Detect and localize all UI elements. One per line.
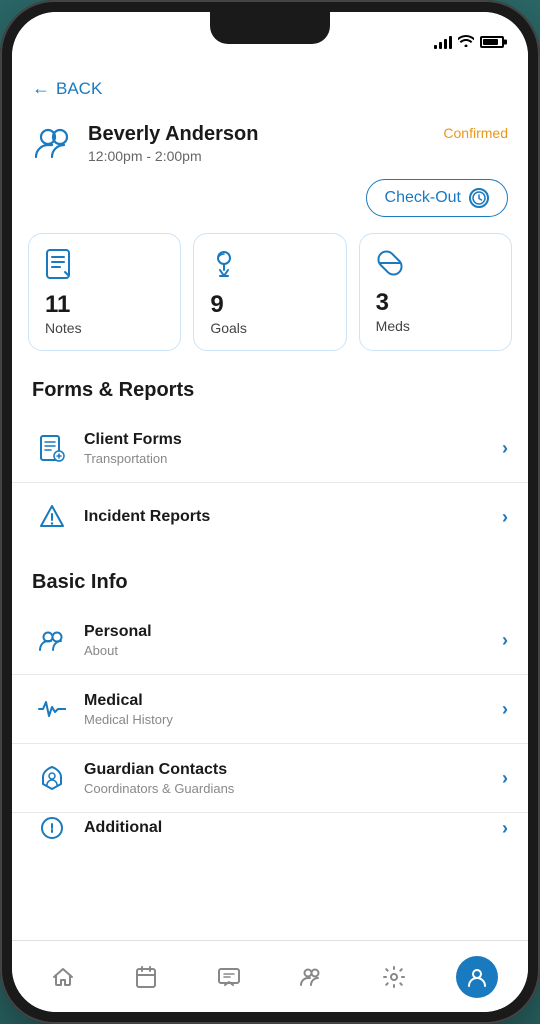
- battery-icon: [480, 36, 504, 48]
- medical-content: Medical Medical History: [84, 692, 502, 727]
- basic-info-list: Personal About › Medical Medical History: [12, 606, 528, 843]
- notes-label: Notes: [45, 320, 82, 336]
- goals-count: 9: [210, 293, 223, 317]
- medical-subtitle: Medical History: [84, 712, 502, 727]
- wifi-icon: [458, 34, 474, 50]
- list-item-additional[interactable]: Additional ›: [12, 813, 528, 843]
- meds-label: Meds: [376, 318, 410, 334]
- forms-reports-heading: Forms & Reports: [12, 371, 528, 414]
- back-button[interactable]: ← BACK: [32, 78, 508, 99]
- guardian-subtitle: Coordinators & Guardians: [84, 781, 502, 796]
- bottom-nav: [12, 940, 528, 1012]
- patient-info: Beverly Anderson 12:00pm - 2:00pm: [88, 123, 258, 164]
- patient-status: Confirmed: [443, 125, 508, 141]
- phone-frame: ← BACK Beverly Ande: [0, 0, 540, 1024]
- patient-time: 12:00pm - 2:00pm: [88, 148, 258, 164]
- medical-title: Medical: [84, 692, 502, 710]
- client-forms-subtitle: Transportation: [84, 451, 502, 466]
- checkout-row: Check-Out: [12, 179, 528, 233]
- clock-icon: [469, 188, 489, 208]
- additional-icon: [32, 813, 72, 843]
- settings-icon: [382, 965, 406, 989]
- list-item-incident-reports[interactable]: Incident Reports ›: [12, 483, 528, 551]
- incident-reports-title: Incident Reports: [84, 508, 502, 526]
- additional-chevron: ›: [502, 818, 508, 839]
- nav-messages[interactable]: [187, 965, 270, 989]
- checkout-label: Check-Out: [385, 189, 461, 207]
- basic-info-heading: Basic Info: [12, 563, 528, 606]
- additional-content: Additional: [84, 819, 502, 837]
- list-item-medical[interactable]: Medical Medical History ›: [12, 675, 528, 744]
- nav-home[interactable]: [22, 965, 105, 989]
- guardian-content: Guardian Contacts Coordinators & Guardia…: [84, 761, 502, 796]
- list-item-client-forms[interactable]: Client Forms Transportation ›: [12, 414, 528, 483]
- client-forms-title: Client Forms: [84, 431, 502, 449]
- nav-users[interactable]: [270, 965, 353, 989]
- stat-goals[interactable]: 9 Goals: [193, 233, 346, 351]
- patient-name: Beverly Anderson: [88, 123, 258, 146]
- goals-label: Goals: [210, 320, 247, 336]
- client-forms-icon: [32, 428, 72, 468]
- medical-icon: [32, 689, 72, 729]
- status-icons: [434, 34, 504, 50]
- back-label: BACK: [56, 79, 102, 99]
- medical-chevron: ›: [502, 699, 508, 720]
- patient-left: Beverly Anderson 12:00pm - 2:00pm: [32, 121, 258, 165]
- profile-active-icon: [456, 956, 498, 998]
- stat-meds[interactable]: 3 Meds: [359, 233, 512, 351]
- nav-calendar[interactable]: [105, 965, 188, 989]
- patient-avatar-icon: [32, 121, 76, 165]
- additional-title: Additional: [84, 819, 502, 837]
- checkout-button[interactable]: Check-Out: [366, 179, 508, 217]
- guardian-icon: [32, 758, 72, 798]
- guardian-title: Guardian Contacts: [84, 761, 502, 779]
- nav-profile-active[interactable]: [435, 956, 518, 998]
- client-forms-chevron: ›: [502, 438, 508, 459]
- phone-screen: ← BACK Beverly Ande: [12, 12, 528, 1012]
- personal-icon: [32, 620, 72, 660]
- guardian-chevron: ›: [502, 768, 508, 789]
- back-arrow-icon: ←: [32, 78, 50, 99]
- users-icon: [299, 965, 323, 989]
- meds-icon: [376, 248, 404, 283]
- incident-reports-icon: [32, 497, 72, 537]
- stat-notes[interactable]: 11 Notes: [28, 233, 181, 351]
- list-item-guardian[interactable]: Guardian Contacts Coordinators & Guardia…: [12, 744, 528, 813]
- forms-reports-list: Client Forms Transportation ›: [12, 414, 528, 551]
- incident-reports-content: Incident Reports: [84, 508, 502, 526]
- signal-icon: [434, 35, 452, 49]
- header: ← BACK: [12, 70, 528, 111]
- calendar-icon: [134, 965, 158, 989]
- home-icon: [51, 965, 75, 989]
- personal-chevron: ›: [502, 630, 508, 651]
- patient-card: Beverly Anderson 12:00pm - 2:00pm Confir…: [12, 111, 528, 179]
- personal-title: Personal: [84, 623, 502, 641]
- section-divider-1: [12, 551, 528, 563]
- incident-reports-chevron: ›: [502, 507, 508, 528]
- nav-settings[interactable]: [353, 965, 436, 989]
- phone-notch: [210, 12, 330, 44]
- main-content: ← BACK Beverly Ande: [12, 62, 528, 940]
- messages-icon: [217, 965, 241, 989]
- meds-count: 3: [376, 291, 389, 315]
- list-item-personal[interactable]: Personal About ›: [12, 606, 528, 675]
- notes-icon: [45, 248, 73, 285]
- notes-count: 11: [45, 293, 70, 317]
- goals-icon: [210, 248, 238, 285]
- personal-content: Personal About: [84, 623, 502, 658]
- personal-subtitle: About: [84, 643, 502, 658]
- stats-row: 11 Notes 9 Goals: [12, 233, 528, 371]
- client-forms-content: Client Forms Transportation: [84, 431, 502, 466]
